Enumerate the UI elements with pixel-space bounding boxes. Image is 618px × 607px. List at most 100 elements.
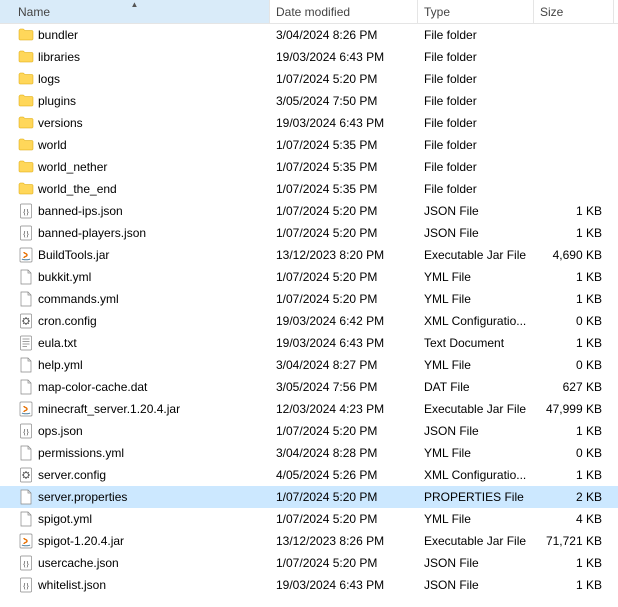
file-name-label: banned-players.json xyxy=(38,226,146,240)
file-size-cell: 1 KB xyxy=(534,468,614,482)
file-date-cell: 1/07/2024 5:35 PM xyxy=(270,138,418,152)
file-name-cell: help.yml xyxy=(0,357,270,373)
column-header-name-label: Name xyxy=(18,5,50,19)
file-row[interactable]: world_nether1/07/2024 5:35 PMFile folder xyxy=(0,156,618,178)
folder-icon xyxy=(18,71,34,87)
file-name-label: banned-ips.json xyxy=(38,204,123,218)
folder-icon xyxy=(18,181,34,197)
folder-icon xyxy=(18,159,34,175)
file-type-cell: File folder xyxy=(418,182,534,196)
file-type-cell: YML File xyxy=(418,512,534,526)
file-date-cell: 1/07/2024 5:20 PM xyxy=(270,490,418,504)
file-type-cell: Text Document xyxy=(418,336,534,350)
file-size-cell: 0 KB xyxy=(534,314,614,328)
column-header-type-label: Type xyxy=(424,5,450,19)
file-row[interactable]: bundler3/04/2024 8:26 PMFile folder xyxy=(0,24,618,46)
file-name-cell: {}usercache.json xyxy=(0,555,270,571)
file-row[interactable]: world_the_end1/07/2024 5:35 PMFile folde… xyxy=(0,178,618,200)
column-header-type[interactable]: Type xyxy=(418,0,534,23)
file-row[interactable]: {}banned-ips.json1/07/2024 5:20 PMJSON F… xyxy=(0,200,618,222)
file-type-cell: File folder xyxy=(418,50,534,64)
column-header-name[interactable]: Name ▲ xyxy=(0,0,270,23)
file-type-cell: YML File xyxy=(418,270,534,284)
file-row[interactable]: {}ops.json1/07/2024 5:20 PMJSON File1 KB xyxy=(0,420,618,442)
file-date-cell: 3/04/2024 8:26 PM xyxy=(270,28,418,42)
file-name-label: versions xyxy=(38,116,83,130)
column-header-size[interactable]: Size xyxy=(534,0,614,23)
file-name-label: whitelist.json xyxy=(38,578,106,592)
file-date-cell: 1/07/2024 5:20 PM xyxy=(270,204,418,218)
file-icon xyxy=(18,445,34,461)
file-row[interactable]: world1/07/2024 5:35 PMFile folder xyxy=(0,134,618,156)
file-row[interactable]: commands.yml1/07/2024 5:20 PMYML File1 K… xyxy=(0,288,618,310)
file-name-cell: libraries xyxy=(0,49,270,65)
file-name-cell: {}ops.json xyxy=(0,423,270,439)
file-date-cell: 3/04/2024 8:27 PM xyxy=(270,358,418,372)
column-header-date[interactable]: Date modified xyxy=(270,0,418,23)
file-date-cell: 3/05/2024 7:50 PM xyxy=(270,94,418,108)
file-row[interactable]: cron.config19/03/2024 6:42 PMXML Configu… xyxy=(0,310,618,332)
file-row[interactable]: spigot.yml1/07/2024 5:20 PMYML File4 KB xyxy=(0,508,618,530)
file-row[interactable]: permissions.yml3/04/2024 8:28 PMYML File… xyxy=(0,442,618,464)
file-list: bundler3/04/2024 8:26 PMFile folderlibra… xyxy=(0,24,618,596)
file-name-cell: minecraft_server.1.20.4.jar xyxy=(0,401,270,417)
file-row[interactable]: logs1/07/2024 5:20 PMFile folder xyxy=(0,68,618,90)
file-size-cell: 0 KB xyxy=(534,446,614,460)
svg-text:{}: {} xyxy=(23,230,30,238)
file-type-cell: File folder xyxy=(418,116,534,130)
file-size-cell: 1 KB xyxy=(534,204,614,218)
file-row[interactable]: bukkit.yml 1/07/2024 5:20 PMYML File1 KB xyxy=(0,266,618,288)
file-name-cell: {}whitelist.json xyxy=(0,577,270,593)
file-size-cell: 1 KB xyxy=(534,270,614,284)
file-type-cell: JSON File xyxy=(418,556,534,570)
file-size-cell: 1 KB xyxy=(534,556,614,570)
file-size-cell: 1 KB xyxy=(534,292,614,306)
file-row[interactable]: map-color-cache.dat3/05/2024 7:56 PMDAT … xyxy=(0,376,618,398)
json-icon: {} xyxy=(18,225,34,241)
file-name-label: plugins xyxy=(38,94,76,108)
file-row[interactable]: BuildTools.jar13/12/2023 8:20 PMExecutab… xyxy=(0,244,618,266)
column-header-date-label: Date modified xyxy=(276,5,350,19)
file-type-cell: File folder xyxy=(418,28,534,42)
file-date-cell: 1/07/2024 5:20 PM xyxy=(270,512,418,526)
text-icon xyxy=(18,335,34,351)
file-row[interactable]: {}banned-players.json1/07/2024 5:20 PMJS… xyxy=(0,222,618,244)
file-row[interactable]: plugins3/05/2024 7:50 PMFile folder xyxy=(0,90,618,112)
file-name-cell: BuildTools.jar xyxy=(0,247,270,263)
file-name-cell: permissions.yml xyxy=(0,445,270,461)
file-row[interactable]: {}whitelist.json19/03/2024 6:43 PMJSON F… xyxy=(0,574,618,596)
file-date-cell: 13/12/2023 8:26 PM xyxy=(270,534,418,548)
file-name-cell: {}banned-ips.json xyxy=(0,203,270,219)
file-row[interactable]: libraries19/03/2024 6:43 PMFile folder xyxy=(0,46,618,68)
file-icon xyxy=(18,511,34,527)
file-type-cell: DAT File xyxy=(418,380,534,394)
file-row[interactable]: {}usercache.json1/07/2024 5:20 PMJSON Fi… xyxy=(0,552,618,574)
file-date-cell: 1/07/2024 5:20 PM xyxy=(270,270,418,284)
file-type-cell: YML File xyxy=(418,292,534,306)
file-row[interactable]: spigot-1.20.4.jar13/12/2023 8:26 PMExecu… xyxy=(0,530,618,552)
file-type-cell: Executable Jar File xyxy=(418,248,534,262)
file-row[interactable]: help.yml3/04/2024 8:27 PMYML File0 KB xyxy=(0,354,618,376)
file-name-label: map-color-cache.dat xyxy=(38,380,147,394)
file-row[interactable]: minecraft_server.1.20.4.jar12/03/2024 4:… xyxy=(0,398,618,420)
file-date-cell: 12/03/2024 4:23 PM xyxy=(270,402,418,416)
file-type-cell: JSON File xyxy=(418,424,534,438)
file-name-label: bukkit.yml xyxy=(38,270,91,284)
folder-icon xyxy=(18,115,34,131)
file-date-cell: 4/05/2024 5:26 PM xyxy=(270,468,418,482)
file-date-cell: 19/03/2024 6:43 PM xyxy=(270,336,418,350)
file-type-cell: JSON File xyxy=(418,204,534,218)
file-name-label: world xyxy=(38,138,67,152)
file-size-cell: 71,721 KB xyxy=(534,534,614,548)
file-size-cell: 1 KB xyxy=(534,578,614,592)
file-row[interactable]: server.properties1/07/2024 5:20 PMPROPER… xyxy=(0,486,618,508)
file-row[interactable]: eula.txt19/03/2024 6:43 PMText Document1… xyxy=(0,332,618,354)
file-row[interactable]: versions19/03/2024 6:43 PMFile folder xyxy=(0,112,618,134)
json-icon: {} xyxy=(18,555,34,571)
folder-icon xyxy=(18,93,34,109)
file-name-label: world_the_end xyxy=(38,182,117,196)
folder-icon xyxy=(18,27,34,43)
file-row[interactable]: server.config4/05/2024 5:26 PMXML Config… xyxy=(0,464,618,486)
file-name-cell: commands.yml xyxy=(0,291,270,307)
sort-ascending-icon: ▲ xyxy=(131,0,139,9)
